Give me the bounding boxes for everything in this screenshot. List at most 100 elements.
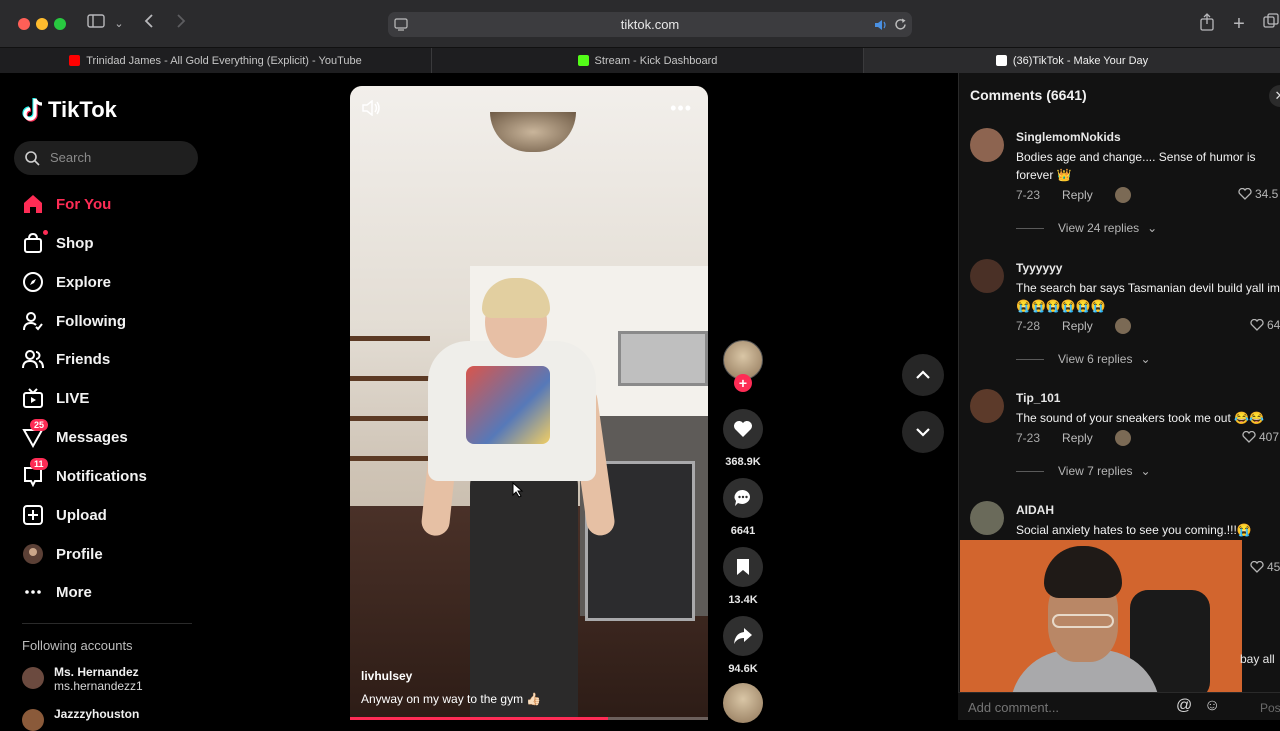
comment-user[interactable]: AIDAH bbox=[1016, 503, 1054, 517]
sidebar-item-label: More bbox=[56, 583, 92, 601]
tab-label: Stream - Kick Dashboard bbox=[594, 54, 718, 67]
shirt-graphic bbox=[466, 366, 550, 444]
sidebar-item-shop[interactable]: Shop bbox=[22, 229, 94, 257]
shelf bbox=[350, 336, 430, 341]
comment-meta: 7-23 Reply bbox=[1016, 430, 1131, 446]
comment-like[interactable]: 34.5 bbox=[1238, 187, 1278, 201]
video-caption: Anyway on my way to the gym 👍🏻 bbox=[361, 692, 542, 706]
view-replies-button[interactable]: View 24 replies ⌄ bbox=[1016, 221, 1157, 235]
sidebar-item-explore[interactable]: Explore bbox=[22, 268, 111, 296]
chevron-down-icon: ⌄ bbox=[1147, 221, 1158, 235]
sidebar-item-more[interactable]: More bbox=[22, 578, 92, 606]
avatar[interactable] bbox=[970, 389, 1004, 423]
like-button[interactable] bbox=[723, 409, 763, 449]
sidebar-item-messages[interactable]: 25 Messages bbox=[22, 419, 128, 451]
comment-like-count: 34.5 bbox=[1255, 187, 1279, 201]
volume-icon[interactable] bbox=[362, 100, 382, 116]
close-window-button[interactable] bbox=[18, 18, 30, 30]
tab-tiktok[interactable]: (36)TikTok - Make Your Day bbox=[864, 48, 1280, 73]
previous-video-button[interactable] bbox=[902, 354, 944, 396]
shelf bbox=[350, 456, 430, 461]
comment-user[interactable]: Tyyyyyy bbox=[1016, 261, 1062, 275]
tab-label: (36)TikTok - Make Your Day bbox=[1012, 54, 1149, 67]
messages-icon: 25 bbox=[22, 419, 49, 449]
sidebar-item-for-you[interactable]: For You bbox=[22, 190, 111, 218]
close-icon[interactable]: ✕ bbox=[1269, 85, 1280, 107]
back-button[interactable] bbox=[140, 13, 158, 35]
tiktok-icon bbox=[995, 55, 1007, 66]
avatar[interactable] bbox=[970, 501, 1004, 535]
shelf bbox=[350, 376, 430, 381]
shop-dot bbox=[43, 230, 48, 235]
wall-shelves bbox=[350, 326, 430, 486]
tab-kick[interactable]: Stream - Kick Dashboard bbox=[432, 48, 864, 73]
reload-icon[interactable] bbox=[893, 17, 908, 32]
comment-button[interactable] bbox=[723, 478, 763, 518]
minimize-window-button[interactable] bbox=[36, 18, 48, 30]
comment-user[interactable]: SinglemomNokids bbox=[1016, 130, 1121, 144]
chevron-down-icon: ⌄ bbox=[1140, 464, 1151, 478]
video-player[interactable]: ••• livhulsey Anyway on my way to the gy… bbox=[350, 86, 708, 720]
follow-button[interactable]: + bbox=[734, 374, 752, 392]
comment-like-count: 456 bbox=[1267, 560, 1280, 574]
share-button[interactable] bbox=[723, 616, 763, 656]
comment-text: Bodies age and change.... Sense of humor… bbox=[1016, 150, 1256, 182]
tiktok-logo[interactable]: TikTok bbox=[22, 95, 117, 125]
emoji-icon[interactable]: ☺ bbox=[1204, 697, 1220, 715]
sound-avatar[interactable] bbox=[723, 683, 763, 723]
video-author[interactable]: livhulsey bbox=[361, 669, 412, 683]
reply-button[interactable]: Reply bbox=[1062, 431, 1093, 445]
next-video-button[interactable] bbox=[902, 411, 944, 453]
chevron-down-icon: ⌄ bbox=[1140, 352, 1151, 366]
comment-count: 6641 bbox=[730, 525, 756, 537]
post-button[interactable]: Post bbox=[1260, 701, 1280, 715]
following-account[interactable]: Jazzzyhouston bbox=[22, 707, 139, 731]
sidebar-item-notifications[interactable]: 11 Notifications bbox=[22, 458, 147, 490]
following-account[interactable]: Ms. Hernandez ms.hernandezz1 bbox=[22, 665, 143, 693]
avatar[interactable] bbox=[970, 128, 1004, 162]
view-replies-button[interactable]: View 7 replies ⌄ bbox=[1016, 464, 1151, 478]
profile-icon bbox=[22, 543, 44, 565]
sidebar-item-live[interactable]: LIVE bbox=[22, 384, 89, 412]
tab-overview-icon[interactable] bbox=[1262, 13, 1280, 35]
tab-label: Trinidad James - All Gold Everything (Ex… bbox=[86, 54, 362, 67]
mention-icon[interactable]: @ bbox=[1176, 697, 1192, 715]
more-options-icon[interactable]: ••• bbox=[670, 98, 692, 119]
sidebar-item-following[interactable]: Following bbox=[22, 307, 126, 335]
webcam-overlay bbox=[960, 540, 1242, 698]
sidebar-item-profile[interactable]: Profile bbox=[22, 540, 103, 568]
more-icon bbox=[22, 581, 44, 603]
share-count: 94.6K bbox=[728, 663, 758, 675]
home-icon bbox=[22, 193, 44, 215]
comment-like-count: 407 bbox=[1259, 430, 1280, 444]
save-button[interactable] bbox=[723, 547, 763, 587]
creator-liked-avatar bbox=[1114, 318, 1131, 334]
sidebar-toggle-icon[interactable] bbox=[86, 13, 106, 35]
forward-button[interactable] bbox=[172, 13, 190, 35]
avatar[interactable] bbox=[970, 259, 1004, 293]
search-input[interactable]: Search bbox=[14, 141, 198, 175]
friends-icon bbox=[22, 348, 44, 370]
sidebar-item-label: Notifications bbox=[56, 467, 147, 485]
new-tab-icon[interactable]: + bbox=[1230, 13, 1248, 35]
share-icon[interactable] bbox=[1198, 13, 1216, 35]
sidebar-item-friends[interactable]: Friends bbox=[22, 345, 110, 373]
url-text[interactable]: tiktok.com bbox=[388, 12, 912, 37]
person-legs bbox=[470, 456, 578, 720]
tab-youtube[interactable]: Trinidad James - All Gold Everything (Ex… bbox=[0, 48, 432, 73]
chevron-down-icon[interactable]: ⌄ bbox=[112, 13, 126, 35]
speaker-icon[interactable] bbox=[874, 18, 888, 32]
comment-user[interactable]: Tip_101 bbox=[1016, 391, 1060, 405]
avatar bbox=[22, 667, 44, 689]
comment-like[interactable]: 456 bbox=[1250, 560, 1280, 574]
partial-comment-text: bay all bbox=[1240, 652, 1275, 666]
reply-button[interactable]: Reply bbox=[1062, 319, 1093, 333]
reply-button[interactable]: Reply bbox=[1062, 188, 1093, 202]
zoom-window-button[interactable] bbox=[54, 18, 66, 30]
sidebar-item-label: Shop bbox=[56, 234, 94, 252]
sidebar-item-upload[interactable]: Upload bbox=[22, 501, 107, 529]
comment-like[interactable]: 64 bbox=[1250, 318, 1280, 332]
view-replies-button[interactable]: View 6 replies ⌄ bbox=[1016, 352, 1151, 366]
comment-like[interactable]: 407 bbox=[1242, 430, 1279, 444]
address-bar[interactable]: tiktok.com bbox=[388, 12, 912, 37]
